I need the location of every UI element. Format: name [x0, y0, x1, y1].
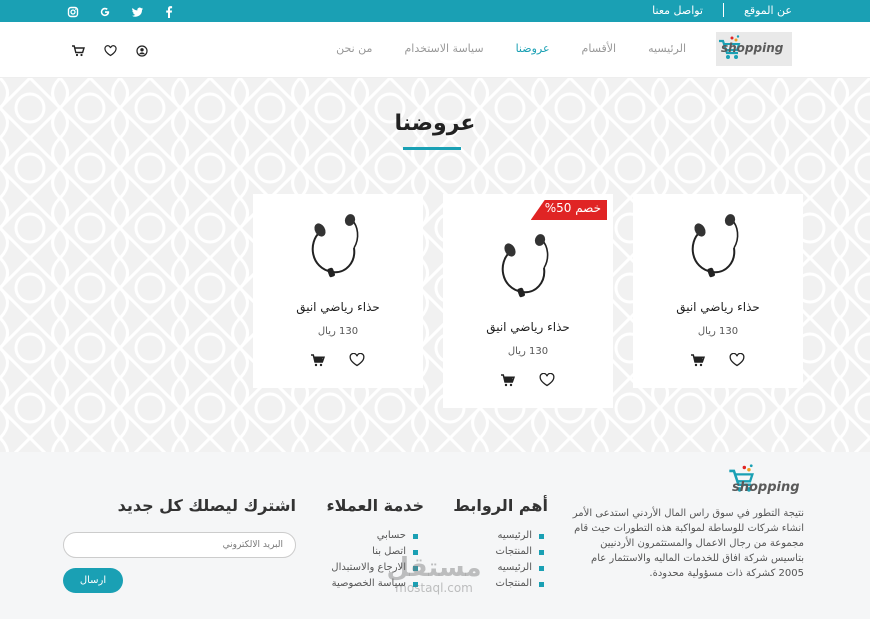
- user-icon[interactable]: [136, 42, 150, 57]
- footer-logo[interactable]: shopping: [724, 460, 804, 498]
- earphones-image[interactable]: [488, 232, 568, 304]
- add-to-cart-icon[interactable]: [691, 352, 707, 368]
- product-name[interactable]: حذاء رياضي انيق: [443, 320, 613, 334]
- wishlist-heart-icon[interactable]: [729, 352, 745, 368]
- main-nav: الرئيسيه الأقسام عروضنا سياسة الاستخدام …: [336, 42, 686, 55]
- about-link[interactable]: عن الموقع: [744, 4, 792, 17]
- instagram-icon[interactable]: [66, 3, 80, 18]
- footer-logo-text: shopping: [732, 480, 800, 495]
- customer-service-title: خدمة العملاء: [326, 496, 424, 515]
- product-card[interactable]: حذاء رياضي انيق 130 ريال: [633, 194, 803, 388]
- product-price: 130 ريال: [697, 326, 739, 337]
- links-title: أهم الروابط: [453, 496, 548, 515]
- instagram-icon[interactable]: [782, 612, 792, 619]
- product-name[interactable]: حذاء رياضي انيق: [253, 300, 423, 314]
- header-icons: [72, 42, 150, 57]
- offers-title: عروضنا: [394, 111, 476, 136]
- nav-offers[interactable]: عروضنا: [516, 42, 550, 55]
- logo-text: shopping: [721, 41, 784, 55]
- footer-link[interactable]: المنتجات: [495, 576, 544, 592]
- nav-categories[interactable]: الأقسام: [582, 42, 617, 55]
- product-price: 130 ريال: [507, 346, 549, 357]
- product-card[interactable]: خصم 50% حذاء رياضي انيق 130 ريال: [443, 194, 613, 408]
- product-card[interactable]: حذاء رياضي انيق 130 ريال: [253, 194, 423, 388]
- google-icon[interactable]: [754, 612, 764, 619]
- product-actions: [633, 352, 803, 368]
- wishlist-heart-icon[interactable]: [349, 352, 365, 368]
- twitter-icon[interactable]: [130, 3, 144, 17]
- top-bar: عن الموقع تواصل معنا: [0, 0, 870, 22]
- newsletter-send-button[interactable]: ارسال: [63, 568, 123, 593]
- footer-about-text: نتيجة التطور في سوق راس المال الأردني اس…: [572, 508, 804, 579]
- earphones-image[interactable]: [298, 212, 378, 284]
- heart-icon[interactable]: [104, 42, 118, 57]
- facebook-icon[interactable]: [698, 612, 708, 619]
- footer-link[interactable]: المنتجات: [495, 544, 544, 560]
- footer-link[interactable]: الرئيسيه: [495, 528, 544, 544]
- nav-home[interactable]: الرئيسيه: [648, 42, 686, 55]
- site-logo[interactable]: shopping: [716, 32, 792, 66]
- earphones-image[interactable]: [678, 212, 758, 284]
- site-footer: shopping نتيجة التطور في سوق راس المال ا…: [0, 452, 870, 619]
- facebook-icon[interactable]: [162, 3, 176, 18]
- service-link[interactable]: حسابي: [331, 528, 418, 544]
- nav-about-us[interactable]: من نحن: [336, 42, 372, 55]
- add-to-cart-icon[interactable]: [501, 372, 517, 388]
- top-links-divider: [723, 3, 724, 17]
- watermark-url: mostaql.com: [395, 581, 473, 595]
- main-header: shopping الرئيسيه الأقسام عروضنا سياسة ا…: [0, 22, 870, 78]
- product-price: 130 ريال: [317, 326, 359, 337]
- subscribe-title: اشترك ليصلك كل جديد: [117, 496, 296, 515]
- nav-usage-policy[interactable]: سياسة الاستخدام: [404, 42, 483, 55]
- title-underline: [403, 147, 461, 150]
- footer-social-icons: [698, 612, 792, 619]
- product-actions: [253, 352, 423, 368]
- watermark-logo-text: مستقل: [386, 553, 482, 583]
- top-social-icons: [66, 3, 176, 18]
- product-name[interactable]: حذاء رياضي انيق: [633, 300, 803, 314]
- mostaql-watermark: مستقل mostaql.com: [376, 554, 492, 594]
- google-icon[interactable]: [98, 3, 112, 17]
- newsletter-email-input[interactable]: [63, 532, 296, 558]
- links-list: الرئيسيه المنتجات الرئيسيه المنتجات: [495, 528, 544, 592]
- discount-badge: خصم 50%: [530, 200, 607, 220]
- footer-link[interactable]: الرئيسيه: [495, 560, 544, 576]
- product-actions: [443, 372, 613, 388]
- contact-link[interactable]: تواصل معنا: [652, 4, 703, 17]
- offers-section: عروضنا حذاء رياضي انيق 130 ريال خصم 50%: [0, 78, 870, 452]
- add-to-cart-icon[interactable]: [311, 352, 327, 368]
- cart-icon[interactable]: [72, 42, 86, 57]
- wishlist-heart-icon[interactable]: [539, 372, 555, 388]
- twitter-icon[interactable]: [726, 612, 736, 619]
- top-links: عن الموقع تواصل معنا: [652, 3, 792, 17]
